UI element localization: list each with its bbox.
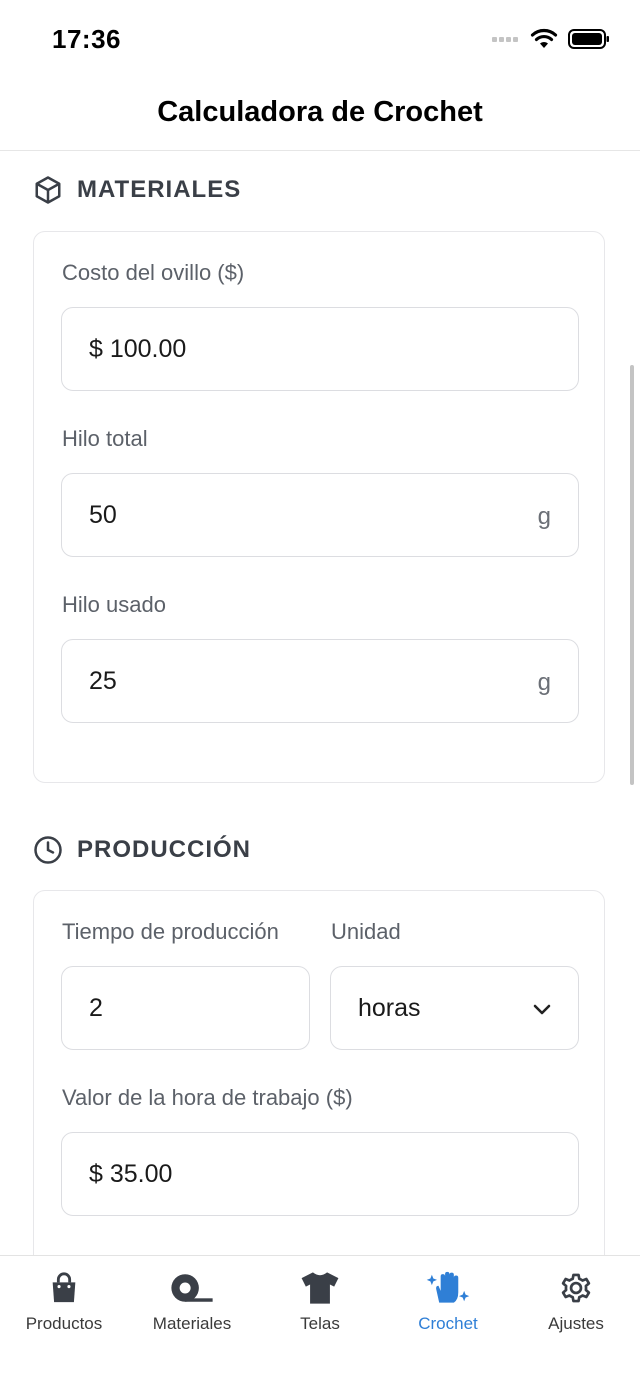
battery-icon — [568, 29, 609, 49]
calculator-form[interactable]: MATERIALES Costo del ovillo ($) $ 100.00… — [0, 151, 640, 1255]
scrollbar[interactable] — [630, 365, 634, 785]
total-yarn-value: 50 — [89, 501, 117, 529]
used-yarn-value: 25 — [89, 667, 117, 695]
used-yarn-input[interactable]: 25 g — [61, 639, 579, 723]
production-time-label: Tiempo de producción — [62, 919, 279, 944]
status-icons — [492, 28, 610, 50]
tab-label-productos: Productos — [25, 1314, 103, 1333]
hourly-rate-input[interactable]: $ 35.00 — [61, 1132, 579, 1216]
navigation-header: Calculadora de Crochet — [0, 80, 640, 151]
status-bar: 17:36 — [0, 0, 640, 80]
tab-bar: Productos Materiales Telas Crochet Ajust… — [0, 1255, 640, 1386]
tab-label-crochet: Crochet — [418, 1314, 478, 1333]
materials-section-title: MATERIALES — [77, 176, 242, 203]
production-time-value: 2 — [89, 994, 103, 1022]
skein-cost-input[interactable]: $ 100.00 — [61, 307, 579, 391]
tab-label-telas: Telas — [300, 1314, 340, 1333]
tab-productos[interactable]: Productos — [0, 1256, 128, 1386]
hourly-rate-label: Valor de la hora de trabajo ($) — [62, 1085, 353, 1110]
gear-icon — [561, 1273, 591, 1303]
production-section-title: PRODUCCIÓN — [77, 836, 252, 863]
unit-label: Unidad — [331, 919, 401, 944]
tab-crochet[interactable]: Crochet — [384, 1256, 512, 1386]
unit-select[interactable]: horas — [330, 966, 579, 1050]
chevron-down-icon — [533, 1004, 551, 1015]
wifi-icon — [530, 28, 558, 48]
hand-sparkles-icon — [426, 1271, 470, 1303]
t-shirt-icon — [301, 1272, 339, 1304]
total-yarn-label: Hilo total — [62, 426, 148, 451]
clock-icon — [34, 836, 62, 864]
cube-icon — [35, 176, 61, 204]
tab-materiales[interactable]: Materiales — [128, 1256, 256, 1386]
unit-select-value: horas — [358, 994, 421, 1022]
materials-card: Costo del ovillo ($) $ 100.00 Hilo total… — [33, 231, 605, 783]
hourly-rate-value: $ 35.00 — [89, 1160, 173, 1188]
signal-icon — [492, 37, 518, 42]
production-card: Tiempo de producción 2 Unidad horas Valo… — [33, 890, 605, 1255]
total-yarn-unit: g — [537, 503, 551, 530]
production-section-header: PRODUCCIÓN — [33, 835, 251, 865]
skein-cost-label: Costo del ovillo ($) — [62, 260, 245, 285]
tab-ajustes[interactable]: Ajustes — [512, 1256, 640, 1386]
production-time-input[interactable]: 2 — [61, 966, 310, 1050]
materials-section-header: MATERIALES — [33, 175, 241, 205]
tab-label-materiales: Materiales — [152, 1314, 232, 1333]
skein-cost-value: $ 100.00 — [89, 335, 187, 363]
status-time: 17:36 — [52, 24, 121, 54]
tape-roll-icon — [171, 1274, 213, 1302]
tab-telas[interactable]: Telas — [256, 1256, 384, 1386]
used-yarn-label: Hilo usado — [62, 592, 166, 617]
page-title: Calculadora de Crochet — [157, 96, 483, 128]
shopping-bag-icon — [52, 1272, 76, 1303]
used-yarn-unit: g — [537, 669, 551, 696]
total-yarn-input[interactable]: 50 g — [61, 473, 579, 557]
tab-label-ajustes: Ajustes — [548, 1314, 604, 1333]
